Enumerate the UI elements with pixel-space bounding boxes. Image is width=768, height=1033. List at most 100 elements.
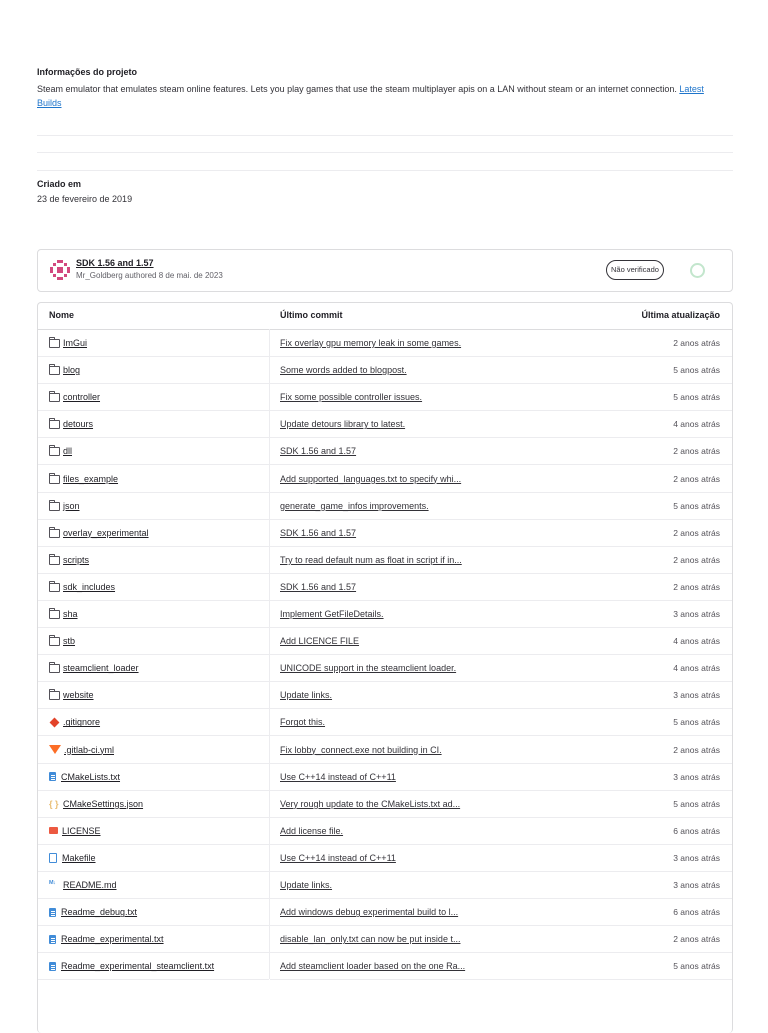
file-name-link[interactable]: README.md: [63, 880, 117, 890]
file-name-cell[interactable]: sha: [49, 608, 78, 619]
file-name-link[interactable]: CMakeLists.txt: [61, 772, 120, 782]
last-commit-link[interactable]: Update links.: [280, 880, 332, 890]
last-commit-link[interactable]: Use C++14 instead of C++11: [280, 853, 396, 863]
file-name-cell[interactable]: scripts: [49, 553, 89, 565]
table-row[interactable]: json generate_game_infos improvements. 5 a…: [38, 493, 732, 520]
last-commit-link[interactable]: SDK 1.56 and 1.57: [280, 582, 356, 592]
table-row[interactable]: sdk_includes SDK 1.56 and 1.57 2 anos atrá…: [38, 574, 732, 601]
file-name-cell[interactable]: json: [49, 499, 80, 511]
file-name-cell[interactable]: dll: [49, 445, 72, 457]
file-name-cell[interactable]: LICENSE: [49, 826, 101, 836]
file-name-cell[interactable]: blog: [49, 364, 80, 376]
table-row[interactable]: Makefile Use C++14 instead of C++11 3 anos…: [38, 845, 732, 872]
file-name-link[interactable]: Makefile: [62, 853, 96, 863]
file-name-link[interactable]: stb: [63, 636, 75, 646]
file-name-link[interactable]: overlay_experimental: [63, 528, 149, 538]
file-name-link[interactable]: dll: [63, 446, 72, 456]
table-row[interactable]: stb Add LICENCE FILE 4 anos atrás: [38, 628, 732, 656]
last-commit-link[interactable]: Very rough update to the CMakeLists.txt …: [280, 799, 460, 809]
file-name-link[interactable]: steamclient_loader: [63, 663, 139, 673]
table-row[interactable]: steamclient_loader UNICODE support in the…: [38, 655, 732, 683]
table-row[interactable]: sha Implement GetFileDetails. 3 anos atrás: [38, 601, 732, 628]
file-name-cell[interactable]: Readme_debug.txt: [49, 907, 137, 917]
file-name-cell[interactable]: .gitignore: [49, 717, 100, 727]
table-row[interactable]: blog Some words added to blogpost. 5 anos …: [38, 357, 732, 385]
last-commit-link[interactable]: Add supported_languages.txt to specify w…: [280, 474, 461, 484]
file-name-link[interactable]: controller: [63, 392, 100, 402]
table-row[interactable]: .gitignore Forgot this. 5 anos atrás: [38, 709, 732, 737]
table-row[interactable]: Readme_debug.txt Add windows debug experi…: [38, 899, 732, 927]
file-name-link[interactable]: Readme_debug.txt: [61, 907, 137, 917]
table-row[interactable]: Readme_experimental_steamclient.txt Add s…: [38, 953, 732, 981]
table-row[interactable]: M↓ README.md Update links. 3 anos atrás: [38, 872, 732, 899]
table-row[interactable]: scripts Try to read default num as float …: [38, 547, 732, 574]
last-commit-link[interactable]: Fix lobby_connect.exe not building in CI…: [280, 745, 442, 755]
last-commit-link[interactable]: Fix overlay gpu memory leak in some game…: [280, 338, 461, 348]
file-name-link[interactable]: files_example: [63, 474, 118, 484]
file-name-cell[interactable]: steamclient_loader: [49, 662, 139, 674]
table-row[interactable]: files_example Add supported_languages.txt…: [38, 466, 732, 493]
unverified-badge[interactable]: Não verificado: [606, 260, 664, 280]
file-name-link[interactable]: sha: [63, 609, 78, 619]
file-name-cell[interactable]: .gitlab-ci.yml: [49, 745, 114, 755]
file-name-link[interactable]: CMakeSettings.json: [63, 799, 143, 809]
file-name-cell[interactable]: Readme_experimental_steamclient.txt: [49, 961, 214, 971]
file-name-cell[interactable]: detours: [49, 418, 93, 430]
file-name-cell[interactable]: CMakeLists.txt: [49, 772, 120, 782]
file-name-link[interactable]: Readme_experimental_steamclient.txt: [61, 961, 214, 971]
file-name-cell[interactable]: overlay_experimental: [49, 526, 149, 538]
last-commit-link[interactable]: Fix some possible controller issues.: [280, 392, 422, 402]
last-commit-link[interactable]: Add windows debug experimental build to …: [280, 907, 458, 917]
file-name-cell[interactable]: Readme_experimental.txt: [49, 934, 164, 944]
table-row[interactable]: dll SDK 1.56 and 1.57 2 anos atrás: [38, 438, 732, 466]
last-commit-link[interactable]: generate_game_infos improvements.: [280, 501, 429, 511]
table-row[interactable]: ImGui Fix overlay gpu memory leak in some…: [38, 330, 732, 357]
table-row[interactable]: controller Fix some possible controller i…: [38, 384, 732, 412]
table-row[interactable]: detours Update detours library to latest.…: [38, 411, 732, 439]
last-commit-link[interactable]: Try to read default num as float in scri…: [280, 555, 462, 565]
table-row[interactable]: website Update links. 3 anos atrás: [38, 682, 732, 710]
pipeline-status-icon[interactable]: [690, 263, 705, 278]
file-name-cell[interactable]: sdk_includes: [49, 580, 115, 592]
last-commit-link[interactable]: Forgot this.: [280, 717, 325, 727]
table-row[interactable]: Readme_experimental.txt disable_lan_only.…: [38, 926, 732, 954]
last-commit-link[interactable]: SDK 1.56 and 1.57: [280, 446, 356, 456]
file-name-link[interactable]: sdk_includes: [63, 582, 115, 592]
table-row[interactable]: { } CMakeSettings.json Very rough update t…: [38, 791, 732, 818]
file-name-cell[interactable]: M↓ README.md: [49, 880, 117, 890]
last-commit-link[interactable]: Update links.: [280, 690, 332, 700]
file-name-link[interactable]: .gitignore: [63, 717, 100, 727]
file-name-link[interactable]: blog: [63, 365, 80, 375]
last-commit-link[interactable]: Some words added to blogpost.: [280, 365, 407, 375]
file-name-link[interactable]: website: [63, 690, 94, 700]
file-name-cell[interactable]: { } CMakeSettings.json: [49, 799, 143, 809]
last-commit-link[interactable]: Add steamclient loader based on the one …: [280, 961, 465, 971]
last-commit-link[interactable]: UNICODE support in the steamclient loade…: [280, 663, 456, 673]
commit-title-link[interactable]: SDK 1.56 and 1.57: [76, 258, 154, 268]
file-name-cell[interactable]: Makefile: [49, 852, 96, 863]
last-commit-link[interactable]: disable_lan_only.txt can now be put insi…: [280, 934, 460, 944]
file-name-cell[interactable]: controller: [49, 391, 100, 403]
file-name-link[interactable]: detours: [63, 419, 93, 429]
file-name-link[interactable]: json: [63, 501, 80, 511]
table-row[interactable]: LICENSE Add license file. 6 anos atrás: [38, 818, 732, 845]
table-row[interactable]: overlay_experimental SDK 1.56 and 1.57 2 a…: [38, 520, 732, 547]
file-name-link[interactable]: LICENSE: [62, 826, 101, 836]
file-name-cell[interactable]: website: [49, 689, 94, 701]
file-name-link[interactable]: scripts: [63, 555, 89, 565]
table-row[interactable]: CMakeLists.txt Use C++14 instead of C++11…: [38, 764, 732, 791]
table-row[interactable]: .gitlab-ci.yml Fix lobby_connect.exe not …: [38, 737, 732, 764]
last-commit-link[interactable]: Add license file.: [280, 826, 343, 836]
last-commit-link[interactable]: Implement GetFileDetails.: [280, 609, 384, 619]
file-name-cell[interactable]: files_example: [49, 472, 118, 484]
file-name-link[interactable]: Readme_experimental.txt: [61, 934, 164, 944]
file-name-cell[interactable]: stb: [49, 635, 75, 647]
file-name-link[interactable]: .gitlab-ci.yml: [64, 745, 114, 755]
last-commit-link[interactable]: SDK 1.56 and 1.57: [280, 528, 356, 538]
last-commit-link[interactable]: Update detours library to latest.: [280, 419, 405, 429]
file-name-link[interactable]: ImGui: [63, 338, 87, 348]
last-commit-link[interactable]: Use C++14 instead of C++11: [280, 772, 396, 782]
file-name-cell[interactable]: ImGui: [49, 337, 87, 348]
last-commit-link[interactable]: Add LICENCE FILE: [280, 636, 359, 646]
avatar[interactable]: [49, 259, 71, 281]
